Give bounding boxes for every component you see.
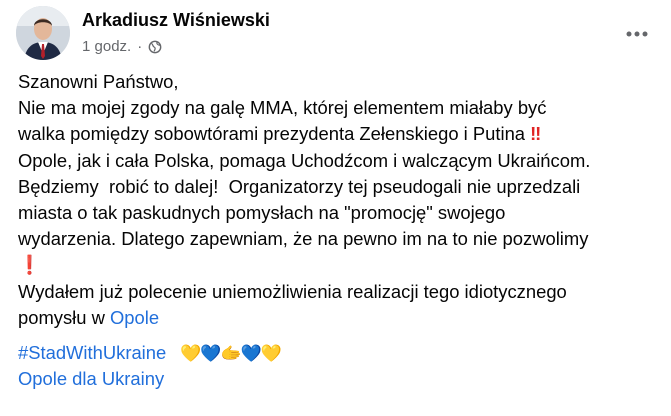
post-line-5: Będziemy robić to dalej! Organizatorzy t… [18,175,581,197]
more-horizontal-icon [625,25,649,43]
post-line-6: miasta o tak paskudnych pomysłach na "pr… [18,201,506,223]
avatar-image [16,6,70,60]
post-line-4: Opole, jak i cała Polska, pomaga Uchodźc… [18,149,591,171]
post-line-2: Nie ma mojej zgody na galę MMA, której e… [18,97,547,119]
exclamation-emoji: ❗ [18,254,41,276]
post-line-7: wydarzenia. Dlatego zapewniam, że na pew… [18,228,589,250]
hashtag-block: #StadWithUkraine 💛💙🫱💙💛 Opole dla Ukrainy [18,340,658,392]
post-line-8: ❗ [18,252,658,278]
post-meta: 1 godz. · [82,38,162,55]
opole-link[interactable]: Opole [110,307,159,328]
post-text: Szanowni Państwo, Nie ma mojej zgody na … [18,69,658,392]
post-line-3: walka pomiędzy sobowtórami prezydenta Ze… [18,121,658,147]
double-exclamation-emoji: ‼ [530,123,541,145]
post-line-1: Szanowni Państwo, [18,71,179,92]
globe-icon[interactable] [148,40,162,54]
hearts-emoji: 💛💙🫱💙💛 [180,343,282,363]
hashtag-stadwithukraine[interactable]: #StadWithUkraine [18,342,166,363]
post-header: Arkadiusz Wiśniewski 1 godz. · [16,6,655,66]
hashtag-line-1: #StadWithUkraine 💛💙🫱💙💛 [18,340,658,366]
hashtag-line-2: Opole dla Ukrainy [18,366,658,392]
post-line-10: pomysłu w Opole [18,305,658,331]
post-line-3-text: walka pomiędzy sobowtórami prezydenta Ze… [18,123,531,145]
author-name[interactable]: Arkadiusz Wiśniewski [82,10,270,31]
closing-prefix: pomysłu w [18,306,110,328]
post-line-9: Wydałem już polecenie uniemożliwienia re… [18,280,567,302]
avatar[interactable] [16,6,70,60]
more-options-button[interactable] [619,16,655,52]
hashtag-opole-dla-ukrainy[interactable]: Opole dla Ukrainy [18,368,164,389]
post-timestamp[interactable]: 1 godz. [82,38,131,55]
meta-separator: · [137,38,143,55]
